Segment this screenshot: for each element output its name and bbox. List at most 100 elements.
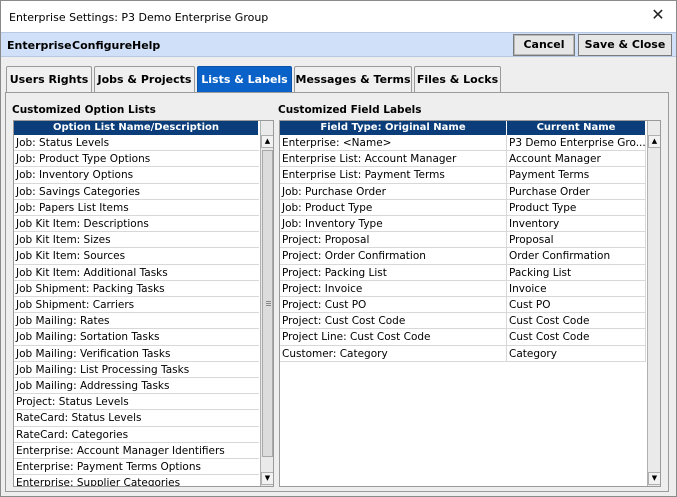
- scroll-down-icon[interactable]: ▼: [648, 472, 660, 485]
- tab-lists-labels[interactable]: Lists & Labels: [197, 66, 292, 93]
- option-list-name-cell: Job Mailing: Addressing Tasks: [16, 380, 170, 392]
- scroll-down-icon[interactable]: ▼: [261, 472, 273, 485]
- current-name-cell[interactable]: Inventory: [507, 216, 646, 232]
- table-row[interactable]: Job Shipment: Carriers: [14, 297, 259, 314]
- table-row[interactable]: Enterprise: Supplier Categories: [14, 475, 259, 486]
- current-name-cell[interactable]: Order Confirmation: [507, 248, 646, 264]
- menu-enterprise[interactable]: Enterprise: [7, 39, 72, 52]
- option-list-name-cell: RateCard: Status Levels: [16, 412, 142, 425]
- tab-jobs-projects[interactable]: Jobs & Projects: [94, 66, 195, 93]
- option-list-name-cell: Job Shipment: Carriers: [16, 299, 135, 311]
- scroll-up-icon[interactable]: ▲: [648, 135, 660, 148]
- tab-users-rights[interactable]: Users Rights: [6, 66, 92, 93]
- table-row[interactable]: Job: Product Type Product Type: [280, 199, 646, 216]
- table-row[interactable]: Project Line: Cust Cost Code Cust Cost Co…: [280, 329, 646, 346]
- tab-messages-terms[interactable]: Messages & Terms: [294, 66, 412, 93]
- current-name-cell[interactable]: Proposal: [507, 232, 646, 248]
- current-name-cell[interactable]: Account Manager: [507, 151, 646, 167]
- table-row[interactable]: Project: Cust PO Cust PO: [280, 297, 646, 314]
- table-row[interactable]: Job Mailing: Rates: [14, 313, 259, 330]
- table-row[interactable]: Job Mailing: Sortation Tasks: [14, 329, 259, 346]
- grip-line: [266, 305, 271, 306]
- option-list-name-cell: Project: Status Levels: [16, 396, 129, 409]
- table-row[interactable]: Job: Product Type Options: [14, 151, 259, 168]
- table-row[interactable]: Job Kit Item: Additional Tasks: [14, 265, 259, 281]
- table-row[interactable]: Project: Order Confirmation Order Confirm…: [280, 248, 646, 265]
- option-list-name-cell: Job Mailing: Rates: [16, 315, 110, 328]
- cancel-button[interactable]: Cancel: [513, 34, 575, 56]
- current-name-cell[interactable]: Packing List: [507, 264, 646, 280]
- option-list-name-cell: Job Mailing: List Processing Tasks: [16, 363, 190, 376]
- table-row[interactable]: Job Mailing: Addressing Tasks: [14, 378, 259, 395]
- table-row[interactable]: Enterprise: <Name> P3 Demo Enterprise Gro…: [280, 135, 646, 152]
- field-type-cell: Project: Packing List: [280, 264, 507, 280]
- field-labels-header-row: Field Type: Original Name Current Name: [280, 121, 646, 135]
- table-row[interactable]: Job: Inventory Options: [14, 167, 259, 184]
- current-name-cell[interactable]: Cust PO: [507, 297, 646, 313]
- table-row[interactable]: RateCard: Status Levels: [14, 410, 259, 427]
- tab-files-locks[interactable]: Files & Locks: [414, 66, 501, 93]
- table-row[interactable]: Job Kit Item: Sizes: [14, 232, 259, 249]
- close-icon[interactable]: ✕: [650, 7, 666, 23]
- table-row[interactable]: Job Kit Item: Sources: [14, 248, 259, 265]
- table-row[interactable]: Enterprise: Account Manager Identifiers: [14, 443, 259, 459]
- field-labels-scrollbar[interactable]: ▲ ▼: [647, 121, 660, 486]
- current-name-cell[interactable]: Invoice: [507, 280, 646, 296]
- option-list-name-cell: Job: Inventory Options: [16, 169, 134, 182]
- option-lists-scrollbar[interactable]: ▲ ▼: [260, 121, 273, 486]
- current-name-cell[interactable]: Cust Cost Code: [507, 313, 646, 329]
- field-type-cell: Project: Proposal: [280, 232, 507, 248]
- current-name-cell[interactable]: P3 Demo Enterprise Gro...: [507, 135, 646, 151]
- scroll-thumb[interactable]: [262, 150, 273, 457]
- menu-configure[interactable]: Configure: [72, 39, 132, 52]
- table-row[interactable]: Job: Purchase Order Purchase Order: [280, 183, 646, 200]
- current-name-cell[interactable]: Cust Cost Code: [507, 329, 646, 345]
- window-title: Enterprise Settings: P3 Demo Enterprise …: [9, 11, 269, 24]
- option-list-name-cell: Job Shipment: Packing Tasks: [16, 282, 165, 295]
- save-close-button[interactable]: Save & Close: [578, 34, 672, 56]
- menu-bar: Enterprise Configure Help Cancel Save & …: [1, 32, 676, 57]
- grip-line: [266, 303, 271, 304]
- table-row[interactable]: Project: Status Levels: [14, 394, 259, 411]
- grip-line: [266, 301, 271, 302]
- table-row[interactable]: Project: Cust Cost Code Cust Cost Code: [280, 313, 646, 330]
- option-lists-table: Option List Name/Description Job: Status…: [13, 120, 274, 487]
- table-row[interactable]: Job: Papers List Items: [14, 200, 259, 216]
- table-row[interactable]: Customer: Category Category: [280, 345, 646, 362]
- table-row[interactable]: Job Mailing: List Processing Tasks: [14, 362, 259, 378]
- table-row[interactable]: RateCard: Categories: [14, 427, 259, 443]
- table-row[interactable]: Job Kit Item: Descriptions: [14, 216, 259, 233]
- table-row[interactable]: Job: Status Levels: [14, 135, 259, 152]
- field-type-cell: Project: Invoice: [280, 280, 507, 296]
- table-row[interactable]: Project: Packing List Packing List: [280, 264, 646, 281]
- current-name-cell[interactable]: Purchase Order: [507, 183, 646, 199]
- option-list-name-cell: Job Kit Item: Descriptions: [16, 218, 149, 230]
- table-row[interactable]: Job: Savings Categories: [14, 184, 259, 200]
- option-list-name-cell: Job: Papers List Items: [16, 201, 129, 214]
- table-row[interactable]: Project: Invoice Invoice: [280, 280, 646, 297]
- field-type-cell: Job: Product Type: [280, 199, 507, 215]
- table-row[interactable]: Job Shipment: Packing Tasks: [14, 281, 259, 297]
- field-type-cell: Project: Cust PO: [280, 297, 507, 313]
- field-type-cell: Enterprise List: Payment Terms: [280, 167, 507, 183]
- field-type-cell: Job: Purchase Order: [280, 183, 507, 199]
- table-row[interactable]: Job: Inventory Type Inventory: [280, 216, 646, 233]
- field-type-cell: Enterprise List: Account Manager: [280, 151, 507, 167]
- column-header-current-name[interactable]: Current Name: [507, 121, 646, 135]
- table-row[interactable]: Enterprise: Payment Terms Options: [14, 459, 259, 476]
- column-header-option-list[interactable]: Option List Name/Description: [14, 121, 259, 135]
- option-list-name-cell: Job Kit Item: Sources: [16, 250, 126, 263]
- table-row[interactable]: Enterprise List: Account Manager Account …: [280, 151, 646, 168]
- field-type-cell: Project: Order Confirmation: [280, 248, 507, 264]
- current-name-cell[interactable]: Payment Terms: [507, 167, 646, 183]
- column-header-field-type[interactable]: Field Type: Original Name: [280, 121, 507, 135]
- menu-help[interactable]: Help: [132, 39, 160, 52]
- current-name-cell[interactable]: Category: [507, 345, 646, 361]
- scroll-up-icon[interactable]: ▲: [261, 135, 273, 148]
- table-row[interactable]: Enterprise List: Payment Terms Payment Te…: [280, 167, 646, 184]
- current-name-cell[interactable]: Product Type: [507, 199, 646, 215]
- option-list-name-cell: Job Kit Item: Additional Tasks: [16, 266, 168, 279]
- title-bar: Enterprise Settings: P3 Demo Enterprise …: [1, 1, 676, 32]
- table-row[interactable]: Project: Proposal Proposal: [280, 232, 646, 249]
- table-row[interactable]: Job Mailing: Verification Tasks: [14, 346, 259, 362]
